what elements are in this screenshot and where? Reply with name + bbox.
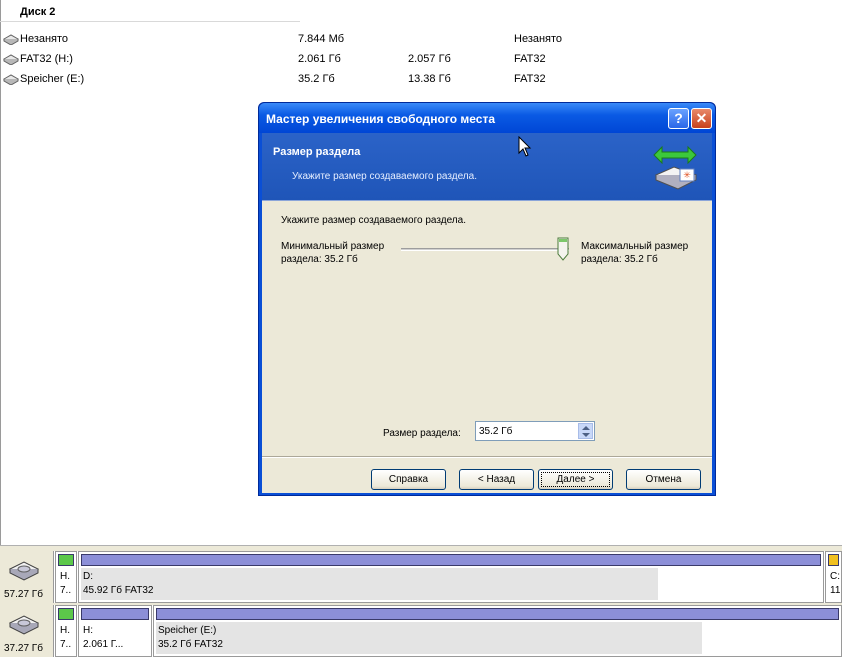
spin-up-icon[interactable] [582, 426, 590, 430]
partition-color-bar [58, 608, 74, 620]
partition-label: H: [83, 625, 93, 636]
wizard-step-title: Размер раздела [273, 146, 361, 158]
partition-tile-speicher-e[interactable]: Speicher (E:) 35.2 Гб FAT32 [153, 605, 842, 657]
partition-info: 7.. [60, 639, 72, 650]
partition-size-slider[interactable] [401, 248, 569, 251]
partition-info: 45.92 Гб FAT32 [83, 585, 154, 596]
list-row-unallocated[interactable]: Незанято 7.844 Мб Незанято [0, 30, 842, 50]
partition-size-input[interactable] [476, 422, 578, 440]
partition-tile-d[interactable]: D: 45.92 Гб FAT32 [78, 551, 824, 603]
svg-text:✳: ✳ [683, 171, 691, 181]
partition-color-bar [828, 554, 839, 566]
partition-info: 7.. [60, 585, 72, 596]
row-name: Speicher (E:) [20, 73, 85, 85]
row-name: Незанято [20, 33, 69, 45]
help-button[interactable]: Справка [371, 469, 446, 490]
partition-label: Speicher (E:) [158, 625, 217, 636]
row-name: FAT32 (H:) [20, 53, 73, 65]
slider-thumb[interactable] [557, 237, 569, 261]
button-separator [262, 456, 712, 458]
row-size: 7.844 Мб [298, 33, 345, 45]
drive-icon [3, 54, 19, 65]
partition-label: D: [83, 571, 93, 582]
wizard-titlebar[interactable]: Мастер увеличения свободного места ? ✕ [259, 103, 715, 133]
row-size: 35.2 Гб [298, 73, 335, 85]
resize-partition-icon: ✳ [653, 145, 698, 190]
row-type: Незанято [514, 33, 563, 45]
drive-icon [3, 34, 19, 45]
disk-capacity-label: 57.27 Гб [4, 589, 43, 600]
partition-color-bar [81, 554, 821, 566]
back-button[interactable]: < Назад [459, 469, 534, 490]
row-size: 2.061 Гб [298, 53, 341, 65]
hard-disk-icon [8, 615, 40, 635]
partition-tile-h-small[interactable]: H. 7.. [55, 551, 77, 603]
hard-disk-icon [8, 561, 40, 581]
row-used: 2.057 Гб [408, 53, 451, 65]
cancel-button[interactable]: Отмена [626, 469, 701, 490]
disk-1-capacity[interactable]: 57.27 Гб [0, 551, 54, 603]
partition-used-fill [81, 568, 658, 600]
help-icon[interactable]: ? [668, 108, 689, 129]
wizard-client-area: Размер раздела Укажите размер создаваемо… [262, 133, 712, 493]
min-size-label: Минимальный размер раздела: 35.2 Гб [281, 240, 384, 266]
partition-label: H. [60, 625, 70, 636]
row-used: 13.38 Гб [408, 73, 451, 85]
instruction-text: Укажите размер создаваемого раздела. [281, 215, 466, 226]
partition-color-bar [156, 608, 839, 620]
next-button[interactable]: Далее > [538, 469, 613, 490]
partition-label: C: [830, 571, 840, 582]
disk-2-capacity[interactable]: 37.27 Гб [0, 605, 54, 657]
partition-color-bar [81, 608, 149, 620]
partition-tile-c[interactable]: C: 11 [825, 551, 842, 603]
wizard-dialog: Мастер увеличения свободного места ? ✕ Р… [258, 102, 716, 496]
wizard-header-banner: Размер раздела Укажите размер создаваемо… [262, 133, 712, 201]
spin-arrows[interactable] [578, 423, 593, 439]
disk-group-header: Диск 2 [0, 0, 300, 22]
max-size-label-line2: раздела: 35.2 Гб [581, 254, 658, 265]
partition-tile-h-small[interactable]: H. 7.. [55, 605, 77, 657]
list-row-speicher-e[interactable]: Speicher (E:) 35.2 Гб 13.38 Гб FAT32 [0, 70, 842, 90]
disk-title: Диск 2 [20, 6, 56, 18]
partition-label: H. [60, 571, 70, 582]
drive-icon [3, 74, 19, 85]
partition-size-field-label: Размер раздела: [383, 428, 461, 439]
list-row-fat32-h[interactable]: FAT32 (H:) 2.061 Гб 2.057 Гб FAT32 [0, 50, 842, 70]
disk-capacity-label: 37.27 Гб [4, 643, 43, 654]
partition-color-bar [58, 554, 74, 566]
wizard-title: Мастер увеличения свободного места [266, 112, 495, 126]
row-type: FAT32 [514, 53, 546, 65]
row-type: FAT32 [514, 73, 546, 85]
max-size-label: Максимальный размер раздела: 35.2 Гб [581, 240, 688, 266]
partition-info: 35.2 Гб FAT32 [158, 639, 223, 650]
wizard-step-subtitle: Укажите размер создаваемого раздела. [292, 171, 477, 182]
partition-size-spinbox[interactable] [475, 421, 595, 441]
min-size-label-line1: Минимальный размер [281, 241, 385, 252]
mouse-cursor-icon [518, 136, 532, 157]
partition-info: 11 [830, 585, 841, 596]
disk-map-row-2: 37.27 Гб H. 7.. H: 2.061 Г... Speicher (… [0, 603, 842, 657]
disk-map-row-1: 57.27 Гб H. 7.. D: 45.92 Гб FAT32 C: 11 [0, 551, 842, 603]
partition-manager-window: Диск 2 Незанято 7.844 Мб Незанято FAT32 … [0, 0, 842, 660]
partition-used-fill [156, 622, 702, 654]
partition-info: 2.061 Г... [83, 639, 124, 650]
close-icon[interactable]: ✕ [691, 108, 712, 129]
max-size-label-line1: Максимальный размер [581, 241, 689, 252]
spin-down-icon[interactable] [582, 433, 590, 437]
min-size-label-line2: раздела: 35.2 Гб [281, 254, 358, 265]
partition-tile-h[interactable]: H: 2.061 Г... [78, 605, 152, 657]
